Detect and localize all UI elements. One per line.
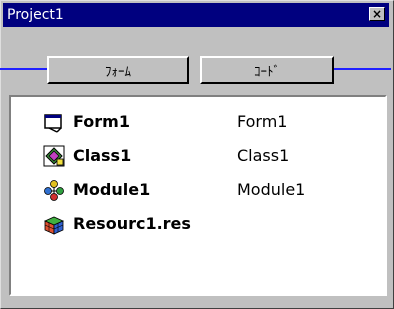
project-window: Project1 × ﾌｫｰﾑ ｺｰﾄﾞ Form1 Form1 Class1 …: [0, 0, 394, 309]
item-name: Module1: [73, 180, 151, 199]
item-type: Form1: [237, 112, 288, 131]
item-name: Form1: [73, 112, 130, 131]
title-bar[interactable]: Project1 ×: [3, 3, 389, 27]
standard-module-icon: [43, 179, 65, 201]
class-module-icon: [43, 145, 65, 167]
connector-line-right: [331, 68, 391, 70]
item-name: Resourc1.res: [73, 214, 191, 233]
form-icon: [43, 111, 65, 133]
close-icon: ×: [371, 7, 383, 21]
item-type: Module1: [237, 180, 306, 199]
item-type: Class1: [237, 146, 290, 165]
view-form-button[interactable]: ﾌｫｰﾑ: [47, 56, 189, 84]
list-item-class1[interactable]: Class1 Class1: [43, 143, 383, 169]
connector-line-left: [0, 68, 48, 70]
window-title: Project1: [7, 7, 64, 23]
resource-file-icon: [43, 213, 65, 235]
list-item-resourc1[interactable]: Resourc1.res: [43, 211, 383, 237]
close-button[interactable]: ×: [369, 7, 385, 21]
list-item-form1[interactable]: Form1 Form1: [43, 109, 383, 135]
item-name: Class1: [73, 146, 132, 165]
list-item-module1[interactable]: Module1 Module1: [43, 177, 383, 203]
project-items-list[interactable]: Form1 Form1 Class1 Class1 Module1 Module…: [9, 95, 387, 296]
view-code-button[interactable]: ｺｰﾄﾞ: [200, 56, 334, 84]
